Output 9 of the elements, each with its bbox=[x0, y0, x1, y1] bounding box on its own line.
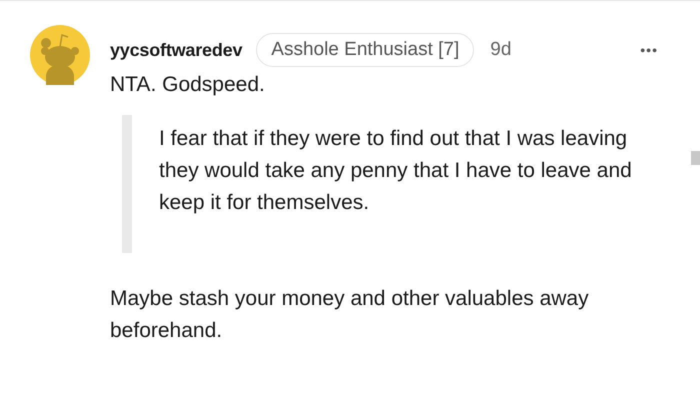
quote-text: I fear that if they were to find out that I was leaving they would take any penny that I have to leave and keep it for themselves. bbox=[159, 126, 633, 216]
user-flair: Asshole Enthusiast [7] bbox=[256, 33, 474, 67]
more-options-button[interactable]: ••• bbox=[636, 42, 662, 58]
avatar-icon bbox=[30, 25, 90, 85]
comment-text: Maybe stash your money and other valuables away beforehand. bbox=[110, 286, 590, 344]
comment-age: 9d bbox=[490, 39, 512, 61]
comment-text: NTA. Godspeed. bbox=[110, 72, 266, 98]
username-link[interactable]: yycsoftwaredev bbox=[110, 40, 242, 60]
scroll-indicator bbox=[691, 151, 700, 165]
